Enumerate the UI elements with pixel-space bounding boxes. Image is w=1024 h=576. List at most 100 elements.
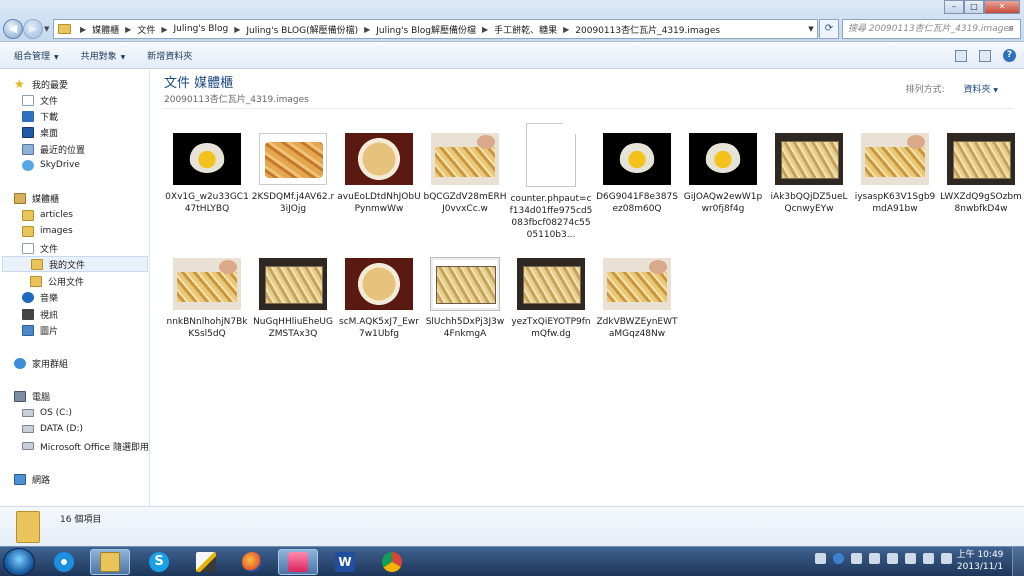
sidebar-item-label: 視訊 [40, 310, 59, 321]
file-item[interactable]: 0Xv1G_w2u33GC147tHLYBQ [165, 133, 249, 215]
chevron-right-icon[interactable]: ▶ [234, 25, 240, 34]
file-name: LWXZdQ9gSOzbm8nwbfkD4w [940, 192, 1022, 214]
file-item[interactable]: GiJOAQw2ewW1pwr0fj8f4g [681, 133, 765, 215]
sidebar-item-downloads[interactable]: 下載 [22, 108, 58, 124]
breadcrumb-item[interactable]: Juling's BLOG(解壓備份檔) [246, 23, 358, 36]
file-item[interactable]: bQCGZdV28mERHJ0vvxCc.w [423, 133, 507, 215]
taskbar-app-explorer[interactable] [90, 549, 130, 575]
sidebar-item-network[interactable]: 網路 [14, 471, 50, 487]
drive-icon [22, 409, 34, 417]
minimize-button[interactable]: – [944, 0, 964, 14]
chevron-right-icon[interactable]: ▶ [125, 25, 131, 34]
file-name: NuGqHHliuEheUGZMSTAx3Q [253, 317, 333, 339]
file-item[interactable]: ZdkVBWZEynEWTaMGqz48Nw [595, 258, 679, 340]
sidebar-item-drive-d[interactable]: DATA (D:) [22, 421, 83, 437]
breadcrumb-item[interactable]: 手工餅乾、糖果 [494, 23, 557, 36]
refresh-button[interactable]: ⟳ [819, 19, 839, 39]
file-item[interactable]: counter.phpaut=cf134d01ffe975cd5083fbcf0… [509, 123, 593, 241]
sidebar-item-documents[interactable]: 文件 [22, 92, 58, 108]
chevron-right-icon[interactable]: ▶ [482, 25, 488, 34]
file-name: SlUchh5DxPj3J3w4FnkmgA [425, 317, 505, 339]
arrange-dropdown[interactable]: 資料夾 ▼ [963, 85, 998, 95]
file-item[interactable]: yezTxQiEYOTP9fnmQfw.dg [509, 258, 593, 340]
breadcrumb-item[interactable]: 文件 [137, 23, 155, 36]
sidebar-item-favorites[interactable]: ★ 我的最愛 [14, 76, 68, 92]
organize-menu[interactable]: 組合管理 ▼ [14, 49, 59, 62]
file-item[interactable]: 2KSDQMf.j4AV62.r3iJOjg [251, 133, 335, 215]
sidebar-item-label: 音樂 [40, 293, 59, 304]
flag-icon[interactable] [869, 553, 880, 564]
drive-icon [22, 425, 34, 433]
sidebar-item-my-documents[interactable]: 我的文件 [2, 256, 148, 272]
sidebar-item-skydrive[interactable]: SkyDrive [22, 157, 80, 173]
back-button[interactable]: ◀ [3, 19, 23, 39]
sidebar-item-office[interactable]: Microsoft Office 隨選即用 [22, 438, 148, 454]
file-item[interactable]: scM.AQK5xJ7_Ewr7w1Ubfg [337, 258, 421, 340]
file-item[interactable]: LWXZdQ9gSOzbm8nwbfkD4w [939, 133, 1023, 215]
sidebar-item-homegroup[interactable]: 家用群組 [14, 355, 68, 371]
sidebar-item-libraries[interactable]: 媒體櫃 [14, 190, 59, 206]
taskbar-app-pen[interactable] [186, 549, 226, 575]
sidebar-item-label: Microsoft Office 隨選即用 [40, 442, 148, 453]
maximize-button[interactable]: □ [964, 0, 984, 14]
show-hidden-icon[interactable] [851, 553, 862, 564]
chevron-right-icon[interactable]: ▶ [161, 25, 167, 34]
breadcrumb-item[interactable]: 媒體櫃 [92, 23, 119, 36]
recent-pages-dropdown[interactable]: ▼ [44, 25, 49, 33]
forward-button[interactable]: ▶ [23, 19, 43, 39]
breadcrumb-item[interactable]: Juling's Blog [174, 24, 229, 34]
breadcrumb-item[interactable]: 20090113杏仁瓦片_4319.images [575, 23, 720, 36]
share-menu[interactable]: 共用對象 ▼ [81, 49, 126, 62]
sidebar-item-label: 桌面 [40, 128, 59, 139]
search-input[interactable]: 搜尋 20090113杏仁瓦片_4319.images [842, 19, 1021, 39]
taskbar-app-ie[interactable] [44, 549, 84, 575]
volume-icon[interactable] [941, 553, 952, 564]
sidebar-item-recent[interactable]: 最近的位置 [22, 141, 85, 157]
sidebar-item-images[interactable]: images [22, 223, 73, 239]
breadcrumb-item[interactable]: Juling's Blog解壓備份檔 [376, 23, 476, 36]
sidebar-item-drive-c[interactable]: OS (C:) [22, 405, 72, 421]
file-name: ZdkVBWZEynEWTaMGqz48Nw [596, 317, 678, 339]
chevron-right-icon[interactable]: ▶ [364, 25, 370, 34]
sidebar-item-public-documents[interactable]: 公用文件 [30, 273, 84, 289]
taskbar-app-pink[interactable] [278, 549, 318, 575]
battery-icon[interactable] [905, 553, 916, 564]
address-breadcrumb[interactable]: ▶ 媒體櫃 ▶ 文件 ▶ Juling's Blog ▶ Juling's BLOG(… [53, 19, 818, 39]
taskbar-app-firefox[interactable] [232, 549, 272, 575]
file-item[interactable]: nnkBNnlhohjN7BkKSsl5dQ [165, 258, 249, 340]
device-icon[interactable] [887, 553, 898, 564]
sidebar-item-computer[interactable]: 電腦 [14, 388, 50, 404]
sidebar-item-music[interactable]: 音樂 [22, 289, 58, 305]
new-folder-button[interactable]: 新增資料夾 [147, 49, 192, 62]
sidebar-item-pictures[interactable]: 圖片 [22, 322, 58, 338]
view-options-icon[interactable] [955, 49, 967, 62]
help-icon[interactable] [833, 553, 844, 564]
file-item[interactable]: SlUchh5DxPj3J3w4FnkmgA [423, 258, 507, 340]
taskbar-app-skype[interactable]: S [139, 549, 179, 575]
file-name: iysaspK63V1Sgb9mdA91bw [854, 192, 936, 214]
address-history-dropdown[interactable]: ▼ [804, 20, 818, 38]
taskbar-app-word[interactable]: W [325, 549, 365, 575]
taskbar-app-chrome[interactable] [372, 549, 412, 575]
clock[interactable]: 上午 10:49 2013/11/1 [955, 549, 1005, 573]
help-icon[interactable]: ? [1003, 49, 1016, 62]
start-button[interactable] [3, 548, 35, 576]
sidebar-item-articles[interactable]: articles [22, 207, 73, 223]
sidebar-item-videos[interactable]: 視訊 [22, 306, 58, 322]
file-item[interactable]: NuGqHHliuEheUGZMSTAx3Q [251, 258, 335, 340]
sidebar-item-documents-library[interactable]: 文件 [22, 240, 58, 256]
preview-pane-icon[interactable] [979, 49, 991, 62]
file-item[interactable]: iysaspK63V1Sgb9mdA91bw [853, 133, 937, 215]
signal-icon[interactable] [923, 553, 934, 564]
close-button[interactable]: ✕ [984, 0, 1020, 14]
sidebar-item-desktop[interactable]: 桌面 [22, 124, 58, 140]
show-desktop-button[interactable] [1012, 547, 1024, 576]
file-item[interactable]: D6G9041F8e387Sez08m60Q [595, 133, 679, 215]
chevron-right-icon[interactable]: ▶ [563, 25, 569, 34]
file-item[interactable]: avuEoLDtdNhJObUPynmwWw [337, 133, 421, 215]
search-icon[interactable]: ⌕ [1008, 21, 1014, 35]
chrome-icon [382, 552, 402, 572]
chevron-right-icon[interactable]: ▶ [80, 25, 86, 34]
file-item[interactable]: iAk3bQQjDZ5ueLQcnwyEYw [767, 133, 851, 215]
keyboard-icon[interactable] [815, 553, 826, 564]
